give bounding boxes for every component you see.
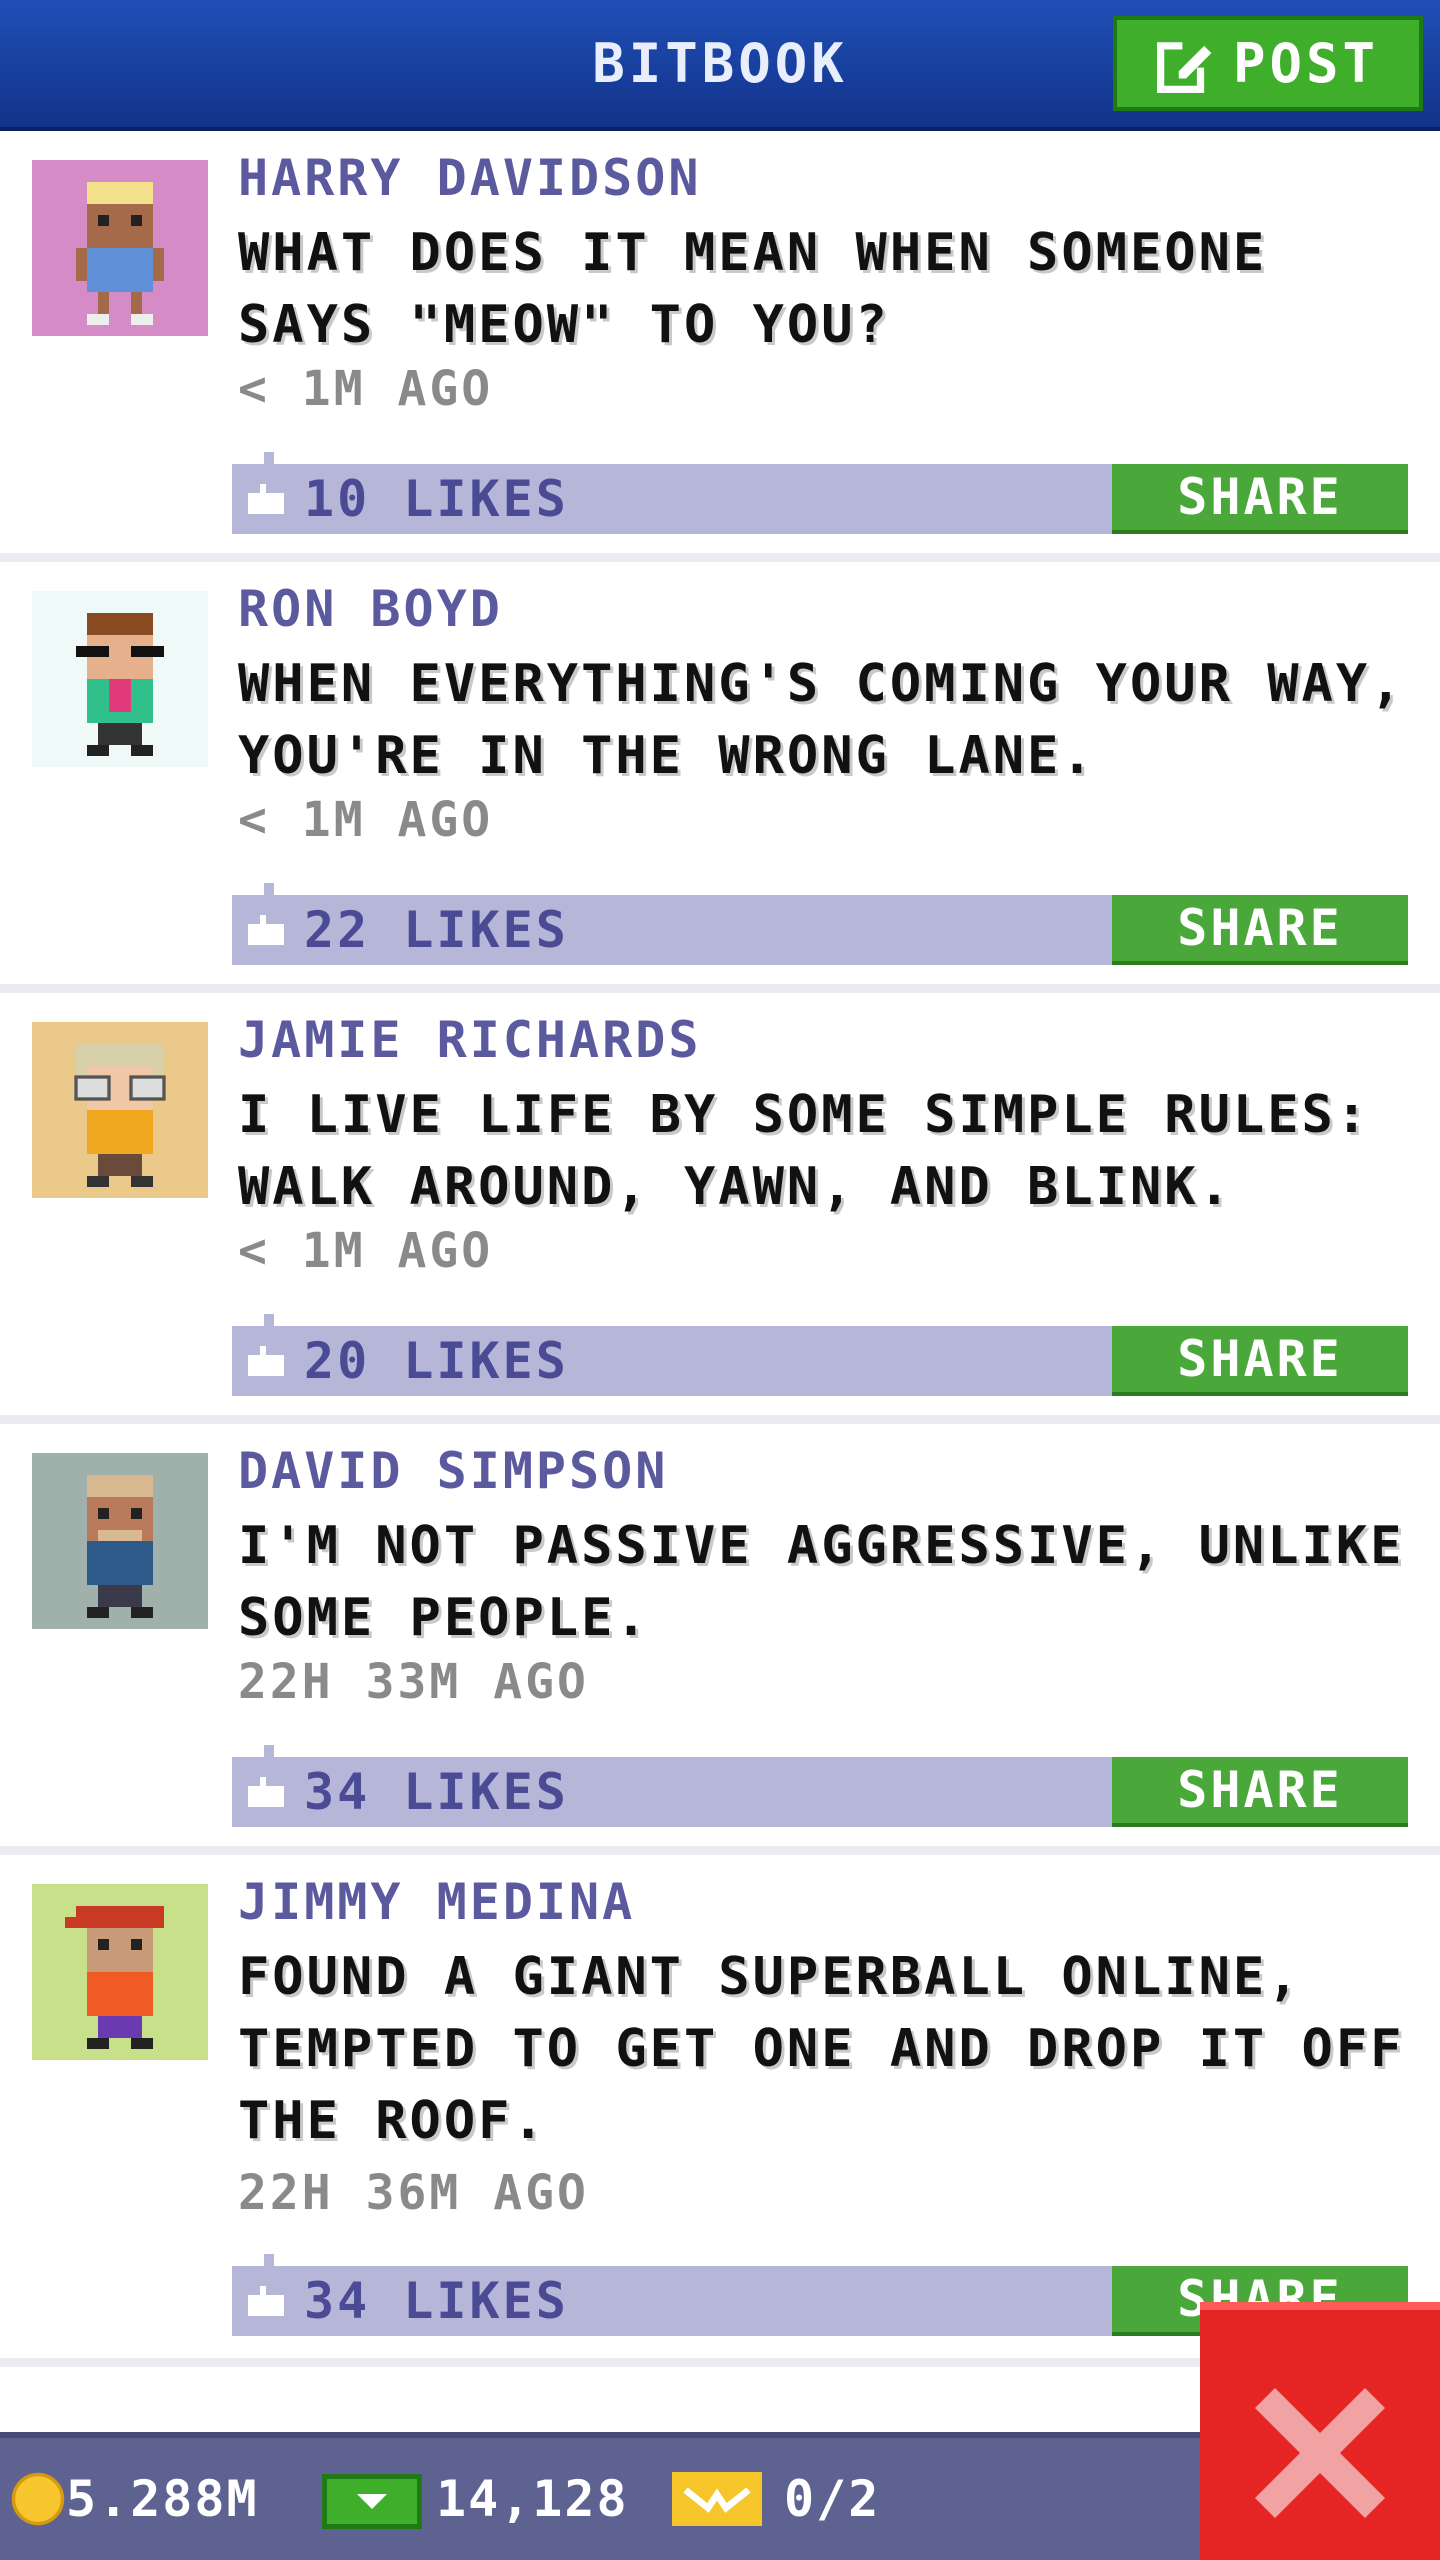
share-button[interactable]: SHARE xyxy=(1112,1326,1408,1396)
close-x-icon xyxy=(1255,2388,1385,2518)
share-button[interactable]: SHARE xyxy=(1112,1757,1408,1827)
app-header: BITBOOK POST xyxy=(0,0,1440,131)
like-bar: 20 LIKES SHARE xyxy=(232,1314,1408,1396)
avatar[interactable] xyxy=(32,1453,208,1629)
close-button[interactable] xyxy=(1200,2302,1440,2560)
share-button[interactable]: SHARE xyxy=(1112,895,1408,965)
avatar-image xyxy=(74,1044,166,1187)
like-bar-notch xyxy=(264,1745,274,1759)
thumbs-up-icon[interactable] xyxy=(248,1346,284,1376)
post-item: RON BOYD WHEN EVERYTHING'S COMING YOUR W… xyxy=(0,562,1440,993)
post-time: 22H 36M AGO xyxy=(238,2165,589,2221)
bux-icon xyxy=(322,2474,422,2529)
post-time: < 1M AGO xyxy=(238,792,494,848)
post-item: DAVID SIMPSON I'M NOT PASSIVE AGGRESSIVE… xyxy=(0,1424,1440,1855)
like-bar: 10 LIKES SHARE xyxy=(232,452,1408,534)
likes-count[interactable]: 22 LIKES xyxy=(304,895,569,965)
ticket-icon xyxy=(672,2472,762,2526)
likes-count[interactable]: 34 LIKES xyxy=(304,1757,569,1827)
like-bar-notch xyxy=(264,2254,274,2268)
like-bar: 22 LIKES SHARE xyxy=(232,883,1408,965)
post-text: WHAT DOES IT MEAN WHEN SOMEONE SAYS "MEO… xyxy=(238,223,1268,355)
thumbs-up-icon[interactable] xyxy=(248,1777,284,1807)
post-time: 22H 33M AGO xyxy=(238,1654,589,1710)
coin-icon xyxy=(11,2472,65,2526)
likes-count[interactable]: 10 LIKES xyxy=(304,464,569,534)
avatar-image xyxy=(76,613,164,756)
like-bar: 34 LIKES SHARE xyxy=(232,1745,1408,1827)
post-edit-icon xyxy=(1156,38,1212,93)
post-item: HARRY DAVIDSON WHAT DOES IT MEAN WHEN SO… xyxy=(0,131,1440,562)
thumbs-up-icon[interactable] xyxy=(248,2286,284,2316)
bux-stat: 14,128 xyxy=(322,2438,629,2560)
like-bar-notch xyxy=(264,452,274,466)
like-bar-notch xyxy=(264,883,274,897)
coins-stat: 5.288M xyxy=(10,2438,259,2560)
post-button-label: POST xyxy=(1232,32,1380,95)
post-author: JAMIE RICHARDS xyxy=(238,1011,702,1069)
post-item: JIMMY MEDINA FOUND A GIANT SUPERBALL ONL… xyxy=(0,1855,1440,2367)
avatar[interactable] xyxy=(32,1022,208,1198)
thumbs-up-icon[interactable] xyxy=(248,484,284,514)
post-text: I LIVE LIFE BY SOME SIMPLE RULES: WALK A… xyxy=(238,1085,1371,1217)
likes-count[interactable]: 20 LIKES xyxy=(304,1326,569,1396)
post-author: JIMMY MEDINA xyxy=(238,1873,636,1931)
thumbs-up-icon[interactable] xyxy=(248,915,284,945)
post-button[interactable]: POST xyxy=(1113,16,1423,111)
post-text: I'M NOT PASSIVE AGGRESSIVE, UNLIKE SOME … xyxy=(238,1516,1405,1648)
avatar[interactable] xyxy=(32,160,208,336)
avatar[interactable] xyxy=(32,1884,208,2060)
coins-value: 5.288M xyxy=(66,2470,259,2528)
post-time: < 1M AGO xyxy=(238,1223,494,1279)
bux-value: 14,128 xyxy=(436,2470,629,2528)
post-author: RON BOYD xyxy=(238,580,503,638)
likes-count[interactable]: 34 LIKES xyxy=(304,2266,569,2336)
avatar-image xyxy=(65,1906,164,2049)
post-author: DAVID SIMPSON xyxy=(238,1442,669,1500)
post-feed[interactable]: HARRY DAVIDSON WHAT DOES IT MEAN WHEN SO… xyxy=(0,131,1440,2367)
post-author: HARRY DAVIDSON xyxy=(238,149,702,207)
post-item: JAMIE RICHARDS I LIVE LIFE BY SOME SIMPL… xyxy=(0,993,1440,1424)
post-time: < 1M AGO xyxy=(238,361,494,417)
share-button[interactable]: SHARE xyxy=(1112,464,1408,534)
avatar-image xyxy=(76,182,164,325)
like-bar-notch xyxy=(264,1314,274,1328)
post-text: WHEN EVERYTHING'S COMING YOUR WAY, YOU'R… xyxy=(238,654,1405,786)
avatar-image xyxy=(87,1475,153,1618)
tickets-value: 0/2 xyxy=(784,2470,881,2528)
avatar[interactable] xyxy=(32,591,208,767)
tickets-stat: 0/2 xyxy=(672,2438,880,2560)
post-text: FOUND A GIANT SUPERBALL ONLINE, TEMPTED … xyxy=(238,1947,1405,2151)
